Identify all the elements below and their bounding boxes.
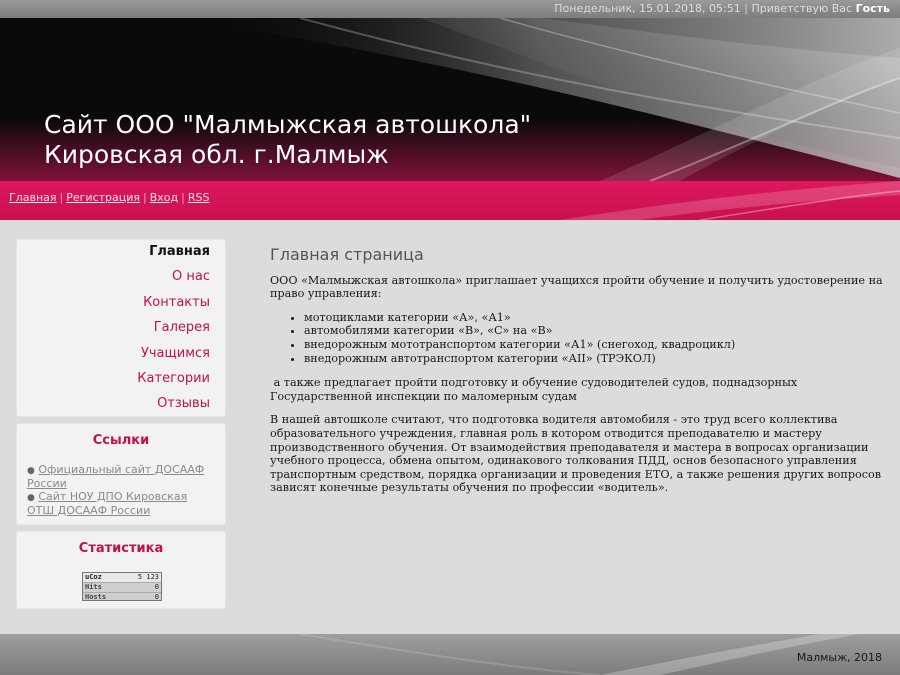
about-paragraph: В нашей автошколе считают, что подготовк…	[270, 413, 882, 495]
top-info-bar: Понедельник, 15.01.2018, 05:51 | Приветс…	[0, 0, 900, 18]
sidebar-item-home[interactable]: Главная	[17, 239, 225, 264]
list-item: автомобилями категории «В», «С» на «В»	[304, 324, 885, 338]
sidebar-stats-box: Статистика uCoz 5 123 Hits 0 Hosts 0	[17, 532, 225, 608]
sidebar-item-gallery[interactable]: Галерея	[17, 315, 225, 340]
list-item: ● Сайт НОУ ДПО Кировская ОТШ ДОСААФ Росс…	[27, 490, 217, 517]
separator: |	[143, 191, 147, 204]
link-kirov-ots[interactable]: Сайт НОУ ДПО Кировская ОТШ ДОСААФ России	[27, 490, 187, 517]
sidebar-item-contacts[interactable]: Контакты	[17, 290, 225, 315]
site-footer: Малмыж, 2018	[0, 634, 900, 675]
nav-link-rss[interactable]: RSS	[188, 191, 210, 204]
sidebar-item-reviews[interactable]: Отзывы	[17, 391, 225, 416]
sidebar-item-students[interactable]: Учащимся	[17, 341, 225, 366]
counter-value: 0	[154, 593, 159, 601]
counter-row: uCoz 5 123	[83, 573, 161, 583]
footer-text: Малмыж, 2018	[796, 651, 882, 664]
sidebar-links-box: Ссылки ● Официальный сайт ДОСААФ России …	[17, 424, 225, 524]
counter-label: Hosts	[85, 593, 107, 601]
counter-label: uCoz	[85, 573, 102, 581]
links-list: ● Официальный сайт ДОСААФ России ● Сайт …	[17, 463, 217, 518]
page: Понедельник, 15.01.2018, 05:51 | Приветс…	[0, 0, 900, 675]
nav-links: Главная | Регистрация | Вход | RSS	[9, 191, 209, 204]
bullet-icon: ●	[27, 466, 35, 476]
date-time: Понедельник, 15.01.2018, 05:51	[554, 2, 741, 15]
list-item: мотоциклами категории «А», «А1»	[304, 311, 885, 325]
site-title-line-1: Сайт ООО "Малмыжская автошкола"	[44, 110, 532, 139]
site-title-line-2: Кировская обл. г.Малмыж	[44, 140, 389, 169]
boat-training-paragraph: а также предлагает пройти подготовку и о…	[270, 376, 801, 403]
navigation-bar: Главная | Регистрация | Вход | RSS	[0, 181, 900, 220]
intro-paragraph: ООО «Малмыжская автошкола» приглашает уч…	[270, 273, 883, 301]
separator: |	[59, 191, 64, 204]
category-list: мотоциклами категории «А», «А1» автомоби…	[270, 311, 885, 365]
separator: |	[181, 191, 185, 204]
counter-row: Hosts 0	[83, 593, 161, 602]
greeting: Приветствую Вас	[751, 2, 853, 15]
nav-link-register[interactable]: Регистрация	[66, 191, 140, 204]
visit-counter[interactable]: uCoz 5 123 Hits 0 Hosts 0	[82, 572, 162, 601]
bullet-icon: ●	[27, 493, 35, 503]
nav-link-login[interactable]: Вход	[150, 191, 178, 204]
link-dosaaf-official[interactable]: Официальный сайт ДОСААФ России	[27, 463, 204, 490]
counter-value: 0	[154, 583, 159, 591]
sidebar-item-about[interactable]: О нас	[17, 264, 225, 289]
site-header: Сайт ООО "Малмыжская автошкола" Кировска…	[0, 18, 900, 181]
page-title: Главная страница	[270, 245, 424, 264]
list-item: ● Официальный сайт ДОСААФ России	[27, 463, 217, 490]
footer-swoosh-graphic	[299, 634, 860, 675]
list-item: внедорожным автотранспортом категории «А…	[304, 352, 885, 366]
sidebar-item-categories[interactable]: Категории	[17, 366, 225, 391]
stats-box-title: Статистика	[78, 541, 164, 556]
sidebar-menu: Главная О нас Контакты Галерея Учащимся …	[17, 240, 225, 416]
list-item: внедорожным мототранспортом категории «А…	[304, 338, 885, 352]
links-box-title: Ссылки	[92, 433, 150, 448]
site-title: Сайт ООО "Малмыжская автошкола" Кировска…	[44, 110, 531, 170]
counter-row: Hits 0	[83, 583, 161, 593]
counter-label: Hits	[85, 583, 102, 591]
nav-link-home[interactable]: Главная	[9, 191, 57, 204]
user-name: Гость	[855, 2, 890, 15]
counter-value: 5 123	[137, 573, 159, 581]
main-content: Главная страница ООО «Малмыжская автошко…	[270, 240, 885, 505]
